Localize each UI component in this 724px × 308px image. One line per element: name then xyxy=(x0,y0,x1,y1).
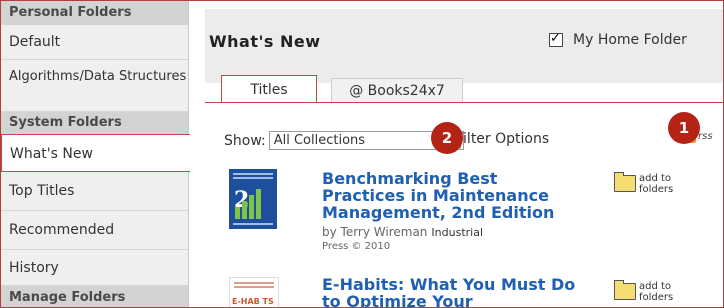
show-filter-row: Show: All Collections ▼ xyxy=(224,131,464,150)
add-to-folders-button-2[interactable]: add to folders xyxy=(614,280,673,303)
sidebar-item-whats-new[interactable]: What's New xyxy=(1,134,190,172)
collection-select-value: All Collections xyxy=(273,133,366,148)
sidebar-item-default[interactable]: Default xyxy=(1,25,188,60)
callout-badge-2: 2 xyxy=(431,122,463,154)
book-author-1: by Terry Wireman Industrial xyxy=(322,225,484,239)
main-panel: What's New My Home Folder Titles @ Books… xyxy=(189,1,723,307)
home-folder-checkbox[interactable] xyxy=(549,31,563,47)
system-folders-header: System Folders xyxy=(1,112,188,134)
callout-badge-1: 1 xyxy=(668,112,700,144)
filter-options-label: Filter Options xyxy=(456,131,550,147)
tab-titles[interactable]: Titles xyxy=(221,75,317,103)
tab-divider xyxy=(205,102,723,103)
sidebar-item-algorithms[interactable]: Algorithms/Data Structures xyxy=(1,60,188,112)
app-frame: Personal Folders Default Algorithms/Data… xyxy=(0,0,724,308)
tab-books24x7[interactable]: @ Books24x7 xyxy=(331,78,463,103)
sidebar-item-top-titles[interactable]: Top Titles xyxy=(1,172,188,211)
page-title: What's New xyxy=(209,32,321,51)
book-title-1[interactable]: Benchmarking Best Practices in Maintenan… xyxy=(322,170,554,221)
book-cover-1[interactable]: 2 xyxy=(229,169,277,229)
book-title-2[interactable]: E-Habits: What You Must Do to Optimize Y… xyxy=(322,276,575,307)
show-label: Show: xyxy=(224,132,266,149)
rss-label: rss xyxy=(698,130,713,142)
sidebar: Personal Folders Default Algorithms/Data… xyxy=(1,1,190,307)
add-to-folders-button-1[interactable]: add to folders xyxy=(614,172,673,195)
book-cover-2[interactable]: E-HAB TS xyxy=(229,277,279,307)
book-publisher-year-1: Press © 2010 xyxy=(322,241,391,252)
manage-folders-header[interactable]: Manage Folders xyxy=(1,286,188,307)
folder-icon xyxy=(614,172,636,192)
sidebar-item-history[interactable]: History xyxy=(1,250,188,286)
personal-folders-header: Personal Folders xyxy=(1,1,188,25)
home-folder-toggle[interactable]: My Home Folder xyxy=(549,31,687,48)
home-folder-label: My Home Folder xyxy=(573,32,687,48)
sidebar-item-recommended[interactable]: Recommended xyxy=(1,211,188,250)
folder-icon xyxy=(614,280,636,300)
